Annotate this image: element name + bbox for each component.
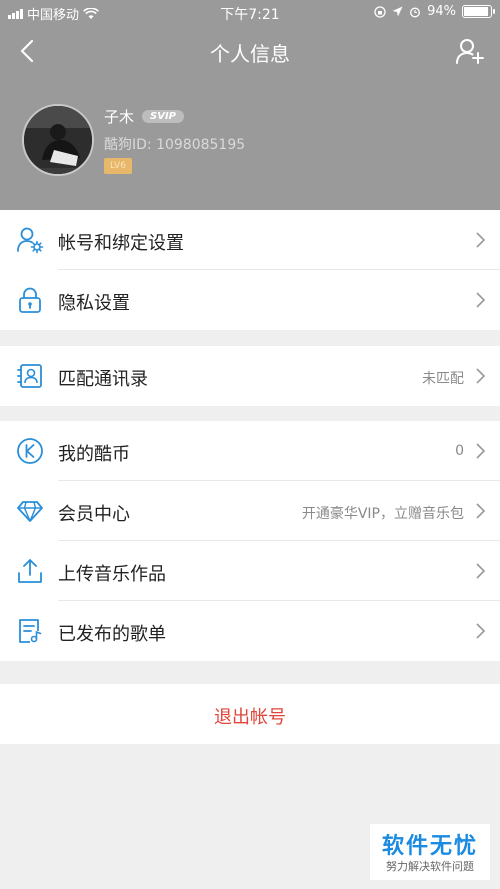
watermark-logo: 软件无忧 努力解决软件问题 <box>370 824 490 880</box>
upload-icon <box>18 559 42 583</box>
menu-group-account: 帐号和绑定设置 隐私设置 <box>0 210 500 330</box>
coin-icon <box>17 438 43 464</box>
menu-item-privacy[interactable]: 隐私设置 <box>0 270 500 330</box>
status-bar: 中国移动 下午7:21 94% <box>0 0 500 26</box>
chevron-right-icon <box>476 503 486 519</box>
menu-item-value: 未匹配 <box>422 371 464 387</box>
menu-item-upload-music[interactable]: 上传音乐作品 <box>0 541 500 601</box>
menu-item-label: 已发布的歌单 <box>58 624 166 645</box>
page-title: 个人信息 <box>210 42 290 66</box>
logout-button[interactable]: 退出帐号 <box>0 684 500 744</box>
menu-item-label: 帐号和绑定设置 <box>58 233 184 254</box>
avatar-photo <box>24 106 92 174</box>
chevron-right-icon <box>476 232 486 248</box>
username-row: 子木 SVIP <box>104 106 185 127</box>
profile-section[interactable]: 子木 SVIP 酷狗ID: 1098085195 LV6 <box>0 100 500 190</box>
alarm-icon <box>410 7 421 17</box>
chevron-right-icon <box>476 563 486 579</box>
contacts-icon <box>17 364 42 388</box>
watermark-subtitle: 努力解决软件问题 <box>386 860 474 873</box>
menu-group-contacts: 匹配通讯录 未匹配 <box>0 346 500 406</box>
location-icon <box>392 6 403 17</box>
add-friend-icon[interactable] <box>454 36 486 66</box>
menu-item-label: 隐私设置 <box>58 293 130 314</box>
logout-label: 退出帐号 <box>214 707 286 728</box>
battery-percent: 94% <box>427 4 456 19</box>
menu-item-vip-center[interactable]: 会员中心 开通豪华VIP，立赠音乐包 <box>0 481 500 541</box>
avatar[interactable] <box>22 104 94 176</box>
diamond-icon <box>17 501 43 522</box>
rotation-lock-icon <box>374 5 386 18</box>
user-id: 酷狗ID: 1098085195 <box>104 137 246 153</box>
account-settings-icon <box>17 227 44 254</box>
menu-item-value: 开通豪华VIP，立赠音乐包 <box>301 506 464 522</box>
level-badge: LV6 <box>104 158 132 174</box>
svip-badge: SVIP <box>142 110 185 123</box>
menu-item-account-binding[interactable]: 帐号和绑定设置 <box>0 210 500 270</box>
chevron-right-icon <box>476 623 486 639</box>
lock-icon <box>19 287 41 313</box>
menu-item-my-coins[interactable]: 我的酷币 0 <box>0 421 500 481</box>
menu-item-label: 匹配通讯录 <box>58 369 148 390</box>
playlist-icon <box>19 619 42 643</box>
menu-item-match-contacts[interactable]: 匹配通讯录 未匹配 <box>0 346 500 406</box>
menu-item-value: 0 <box>455 443 464 459</box>
menu-item-label: 会员中心 <box>58 504 130 525</box>
menu-item-published-playlists[interactable]: 已发布的歌单 <box>0 601 500 661</box>
nav-bar: 个人信息 <box>0 28 500 74</box>
menu-item-label: 我的酷币 <box>58 444 130 465</box>
username: 子木 <box>104 108 135 126</box>
menu-item-label: 上传音乐作品 <box>58 564 166 585</box>
chevron-right-icon <box>476 292 486 308</box>
chevron-right-icon <box>476 443 486 459</box>
battery-icon <box>462 5 495 18</box>
menu-group-services: 我的酷币 0 会员中心 开通豪华VIP，立赠音乐包 上传音乐作品 已发布的歌单 <box>0 421 500 661</box>
watermark-title: 软件无忧 <box>381 834 478 859</box>
chevron-right-icon <box>476 368 486 384</box>
